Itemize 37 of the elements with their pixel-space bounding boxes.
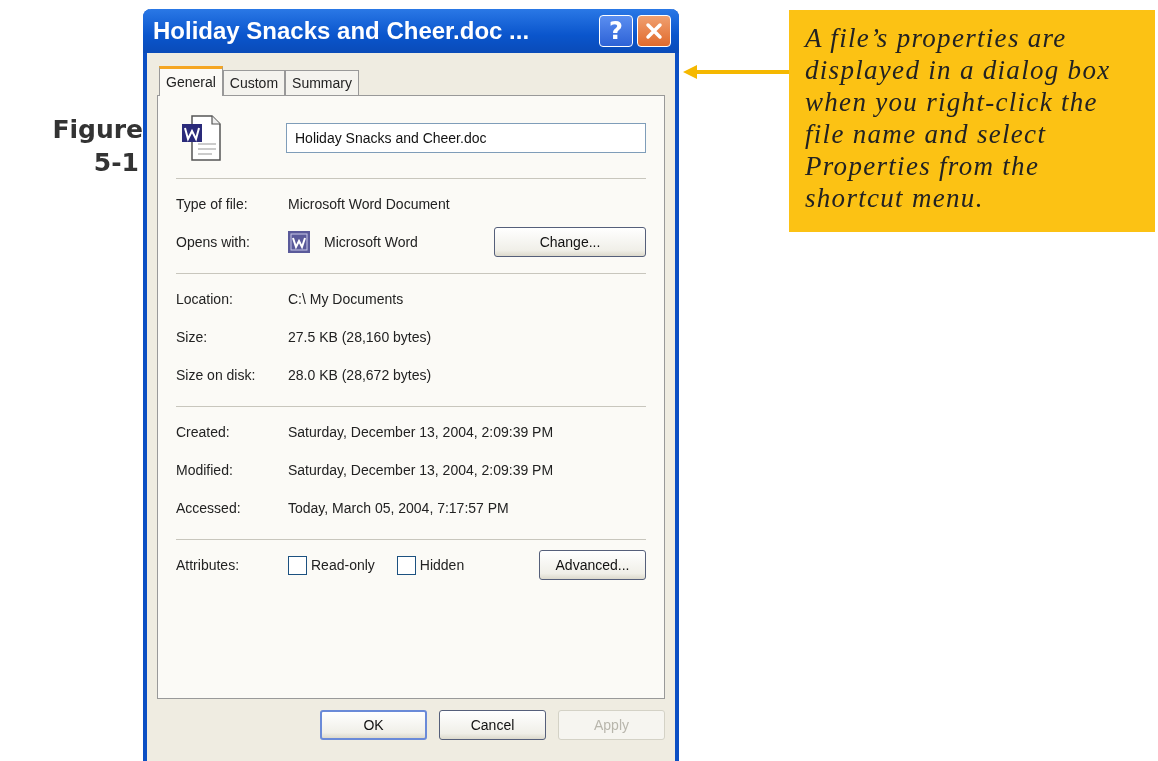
checkbox[interactable] (288, 555, 307, 575)
dialog-button[interactable]: Cancel (439, 710, 546, 740)
file-name-field[interactable]: Holiday Snacks and Cheer.doc (286, 123, 646, 153)
checkbox-label: Read-only (311, 557, 375, 573)
field-value: Microsoft Word (324, 234, 419, 250)
tab[interactable]: General (159, 66, 223, 96)
field-label: Location: (176, 291, 234, 307)
field-label: Size on disk: (176, 367, 257, 383)
checkbox-label: Hidden (419, 557, 465, 573)
field-label: Type of file: (176, 196, 249, 212)
tab[interactable]: Summary (285, 70, 359, 95)
advanced-button[interactable]: Advanced... (539, 550, 646, 580)
app-icon (288, 231, 310, 253)
change-button[interactable]: Change... (494, 227, 646, 257)
field-value: Saturday, December 13, 2004, 2:09:39 PM (288, 462, 554, 478)
field-value: Microsoft Word Document (288, 196, 450, 212)
close-icon (643, 20, 665, 42)
field-label: Attributes: (176, 557, 241, 573)
figure-number: 5-1 (93, 147, 140, 179)
field-value: Today, March 05, 2004, 7:17:57 PM (288, 500, 509, 516)
help-button[interactable]: ? (599, 15, 633, 47)
field-label: Size: (176, 329, 209, 345)
field-value: 27.5 KB (28,160 bytes) (288, 329, 432, 345)
close-button[interactable] (637, 15, 671, 47)
dialog-button[interactable]: OK (320, 710, 427, 740)
checkbox[interactable] (396, 555, 416, 575)
field-label: Opens with: (176, 234, 251, 250)
tab[interactable]: Custom (222, 70, 286, 95)
figure-label: Figure (52, 114, 143, 146)
field-value: 28.0 KB (28,672 bytes) (288, 367, 432, 383)
field-value: C:\ My Documents (288, 291, 404, 307)
window-title: Holiday Snacks and Cheer.doc ... (153, 17, 531, 45)
field-value: Saturday, December 13, 2004, 2:09:39 PM (288, 424, 554, 440)
callout-text: A file’s properties are displayed in a dialog box when you right-click the file name and select Properties from the shortcut menu. (805, 22, 1112, 214)
field-label: Accessed: (176, 500, 242, 516)
field-label: Created: (176, 424, 231, 440)
field-label: Modified: (176, 462, 234, 478)
